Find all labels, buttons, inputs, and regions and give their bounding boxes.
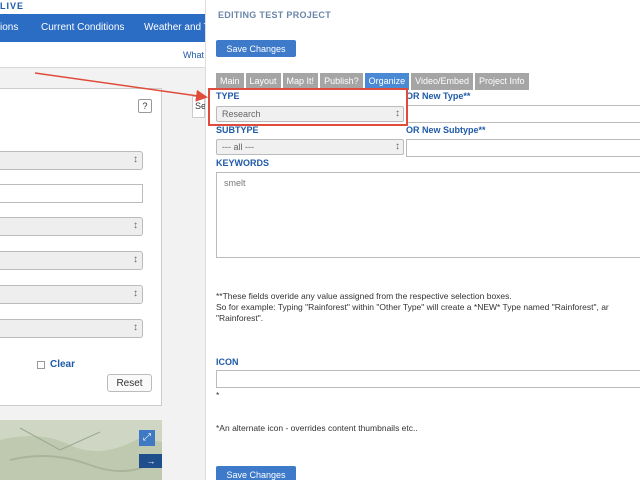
override-note-line-3: "Rainforest". xyxy=(216,313,264,323)
filter-select-3[interactable] xyxy=(0,251,143,270)
background-subnav: What xyxy=(0,42,205,68)
background-header: LIVE xyxy=(0,0,205,14)
map-terrain xyxy=(0,427,162,480)
nav-item-current-conditions[interactable]: Current Conditions xyxy=(41,22,124,33)
icon-label: ICON xyxy=(216,357,239,367)
nav-item-weather[interactable]: Weather and T xyxy=(144,22,210,33)
icon-asterisk: * xyxy=(216,390,220,400)
icon-note: *An alternate icon - overrides content t… xyxy=(216,423,418,433)
filter-select-5[interactable] xyxy=(0,319,143,338)
annotation-highlight-box xyxy=(208,88,408,126)
nav-item-stations[interactable]: ions xyxy=(0,22,18,33)
map-expand-icon[interactable]: ⤢ xyxy=(139,430,155,446)
background-search-fragment: Se xyxy=(192,96,206,118)
new-type-input[interactable] xyxy=(406,105,640,123)
editing-panel: EDITING TEST PROJECT Save Changes Main L… xyxy=(205,0,640,480)
background-nav-bar: ions Current Conditions Weather and T xyxy=(0,14,210,42)
save-changes-button-top[interactable]: Save Changes xyxy=(216,40,296,57)
keywords-value: smelt xyxy=(224,178,246,188)
keywords-label: KEYWORDS xyxy=(216,158,270,168)
new-subtype-label: OR New Subtype** xyxy=(406,125,486,135)
new-type-label: OR New Type** xyxy=(406,91,471,101)
site-logo: LIVE xyxy=(0,1,25,11)
panel-title: EDITING TEST PROJECT xyxy=(218,10,332,20)
subtype-select-value: --- all --- xyxy=(222,142,254,152)
background-map[interactable]: ⤢ → xyxy=(0,420,162,480)
filter-select-4[interactable] xyxy=(0,285,143,304)
clear-checkbox[interactable] xyxy=(37,361,45,369)
whats-new-link[interactable]: What xyxy=(183,50,204,60)
filter-select-2[interactable] xyxy=(0,217,143,236)
filter-input[interactable] xyxy=(0,184,143,203)
icon-input[interactable] xyxy=(216,370,640,388)
subtype-label: SUBTYPE xyxy=(216,125,259,135)
help-button[interactable]: ? xyxy=(138,99,152,113)
tab-project-info[interactable]: Project Info xyxy=(475,73,529,90)
new-subtype-input[interactable] xyxy=(406,139,640,157)
keywords-textarea[interactable]: smelt xyxy=(216,172,640,258)
save-changes-button-bottom[interactable]: Save Changes xyxy=(216,466,296,480)
tab-video-embed[interactable]: Video/Embed xyxy=(411,73,473,90)
clear-link[interactable]: Clear xyxy=(50,359,75,370)
background-filter-panel: ? Clear Reset xyxy=(0,88,162,406)
override-note-line-1: **These fields overide any value assigne… xyxy=(216,291,512,301)
reset-button[interactable]: Reset xyxy=(107,374,152,392)
filter-select-1[interactable] xyxy=(0,151,143,170)
override-note-line-2: So for example: Typing "Rainforest" with… xyxy=(216,302,609,312)
map-arrow-icon[interactable]: → xyxy=(139,454,162,468)
subtype-select[interactable]: --- all --- xyxy=(216,139,404,155)
